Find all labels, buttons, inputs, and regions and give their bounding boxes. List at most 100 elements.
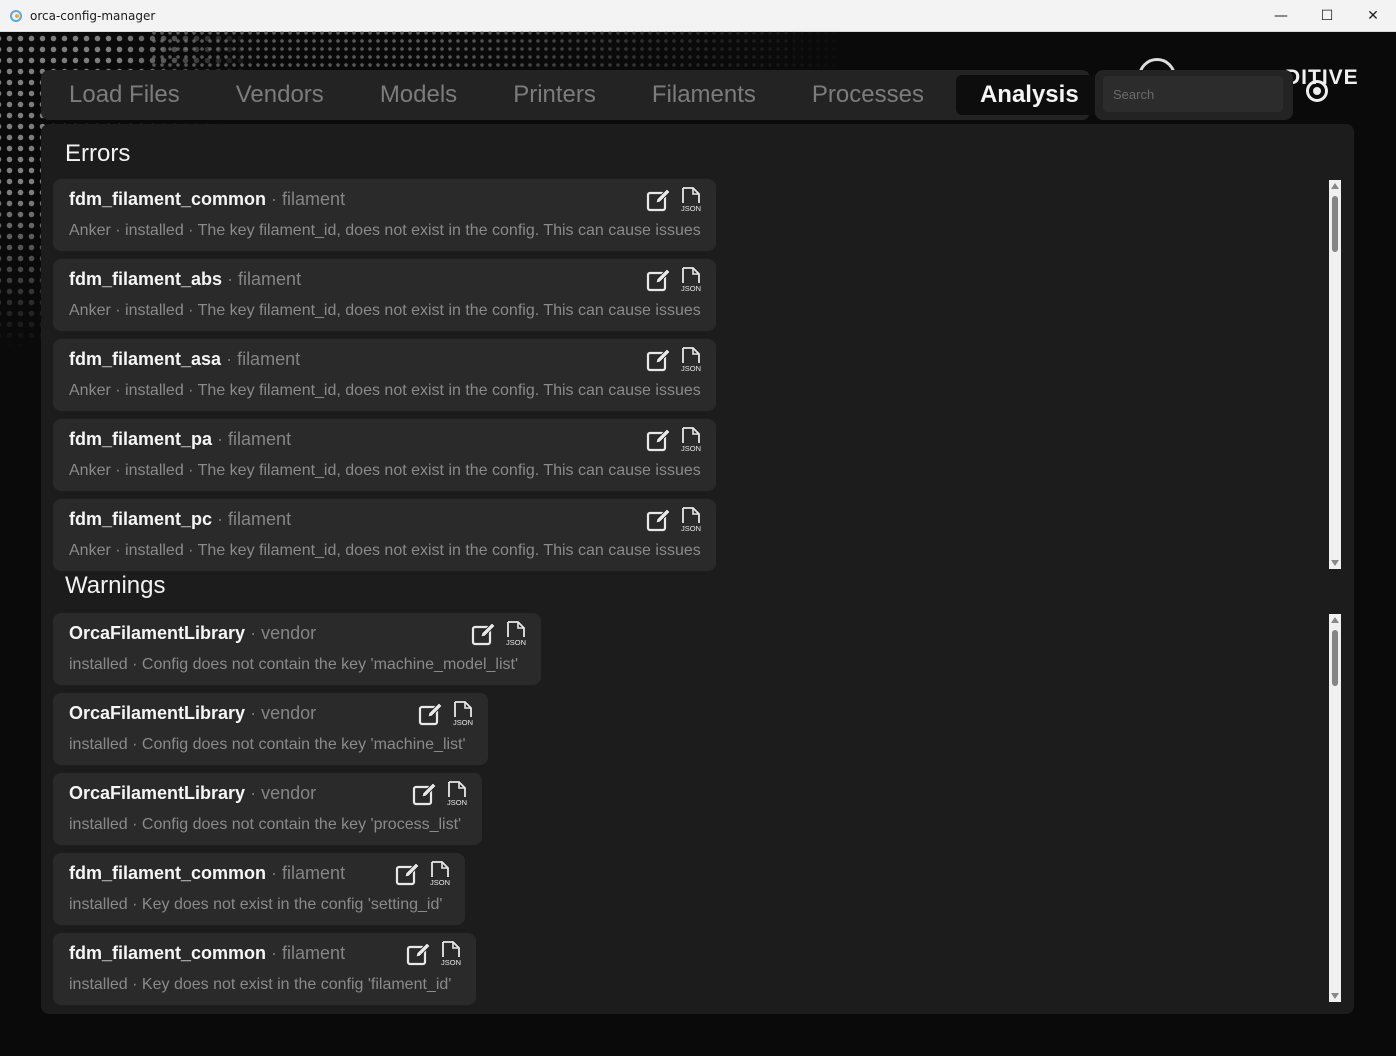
- config-name: fdm_filament_common: [69, 189, 267, 209]
- scroll-thumb[interactable]: [1332, 196, 1338, 252]
- separator: ·: [245, 783, 262, 803]
- separator: ·: [266, 943, 283, 963]
- separator: ·: [212, 429, 229, 449]
- card-actions: JSON: [646, 347, 704, 373]
- card-actions: JSON: [395, 861, 453, 887]
- config-name: fdm_filament_abs: [69, 269, 223, 289]
- analysis-card: fdm_filament_common · filament Anker · in…: [53, 179, 716, 251]
- edit-icon[interactable]: [418, 701, 444, 727]
- issue-detail: Anker · installed · The key filament_id,…: [69, 382, 701, 399]
- edit-icon[interactable]: [646, 187, 672, 213]
- card-title-row: fdm_filament_pa · filament: [69, 429, 291, 450]
- window-titlebar: orca-config-manager — ☐ ✕: [0, 0, 1396, 32]
- tab-models[interactable]: Models: [352, 75, 485, 115]
- json-file-icon[interactable]: JSON: [427, 861, 453, 887]
- edit-icon[interactable]: [395, 861, 421, 887]
- card-title-row: fdm_filament_common · filament: [69, 863, 345, 884]
- tab-processes[interactable]: Processes: [784, 75, 952, 115]
- edit-icon[interactable]: [646, 347, 672, 373]
- maximize-icon[interactable]: ☐: [1304, 0, 1350, 31]
- search-container: [1095, 70, 1293, 120]
- edit-icon[interactable]: [646, 427, 672, 453]
- separator: ·: [245, 623, 262, 643]
- scroll-thumb[interactable]: [1332, 630, 1338, 686]
- config-name: OrcaFilamentLibrary: [69, 783, 246, 803]
- config-type: filament: [282, 943, 346, 963]
- json-file-icon[interactable]: JSON: [678, 187, 704, 213]
- json-file-icon[interactable]: JSON: [438, 941, 464, 967]
- analysis-card: fdm_filament_asa · filament Anker · insta…: [53, 339, 716, 411]
- config-name: fdm_filament_common: [69, 943, 267, 963]
- card-title-row: OrcaFilamentLibrary · vendor: [69, 623, 316, 644]
- edit-icon[interactable]: [646, 267, 672, 293]
- tab-load-files[interactable]: Load Files: [41, 75, 208, 115]
- issue-detail: Anker · installed · The key filament_id,…: [69, 462, 701, 479]
- tab-bar: Load Files Vendors Models Printers Filam…: [41, 70, 1103, 120]
- json-file-icon[interactable]: JSON: [678, 267, 704, 293]
- separator: ·: [266, 189, 283, 209]
- config-type: filament: [238, 269, 302, 289]
- config-type: filament: [282, 863, 346, 883]
- config-type: filament: [228, 509, 292, 529]
- issue-detail: installed · Key does not exist in the co…: [69, 976, 452, 993]
- separator: ·: [221, 349, 238, 369]
- edit-icon[interactable]: [471, 621, 497, 647]
- scroll-down-arrow-icon[interactable]: [1331, 993, 1339, 999]
- svg-text:JSON: JSON: [681, 364, 701, 373]
- search-input[interactable]: [1103, 76, 1283, 112]
- separator: ·: [245, 703, 262, 723]
- config-type: vendor: [261, 703, 317, 723]
- json-file-icon[interactable]: JSON: [444, 781, 470, 807]
- scroll-up-arrow-icon[interactable]: [1331, 617, 1339, 623]
- analysis-panel: Errors fdm_filament_common · filament Ank…: [41, 124, 1354, 1014]
- svg-text:JSON: JSON: [506, 638, 526, 647]
- json-file-icon[interactable]: JSON: [678, 427, 704, 453]
- minimize-icon[interactable]: —: [1258, 0, 1304, 31]
- warnings-heading: Warnings: [65, 572, 166, 599]
- card-title-row: fdm_filament_pc · filament: [69, 509, 291, 530]
- json-file-icon[interactable]: JSON: [678, 507, 704, 533]
- card-actions: JSON: [646, 507, 704, 533]
- card-actions: JSON: [418, 701, 476, 727]
- separator: ·: [222, 269, 239, 289]
- analysis-card: fdm_filament_pc · filament Anker · instal…: [53, 499, 716, 571]
- svg-text:JSON: JSON: [453, 718, 473, 727]
- separator: ·: [266, 863, 283, 883]
- svg-text:JSON: JSON: [681, 444, 701, 453]
- tab-vendors[interactable]: Vendors: [208, 75, 352, 115]
- scroll-down-arrow-icon[interactable]: [1331, 560, 1339, 566]
- issue-detail: installed · Config does not contain the …: [69, 656, 519, 673]
- issue-detail: installed · Key does not exist in the co…: [69, 896, 443, 913]
- warnings-scrollbar[interactable]: [1329, 614, 1341, 1002]
- card-title-row: fdm_filament_common · filament: [69, 189, 345, 210]
- edit-icon[interactable]: [412, 781, 438, 807]
- card-title-row: OrcaFilamentLibrary · vendor: [69, 703, 316, 724]
- json-file-icon[interactable]: JSON: [678, 347, 704, 373]
- card-title-row: OrcaFilamentLibrary · vendor: [69, 783, 316, 804]
- card-actions: JSON: [406, 941, 464, 967]
- config-name: OrcaFilamentLibrary: [69, 623, 246, 643]
- errors-scrollbar[interactable]: [1329, 180, 1341, 569]
- tab-filaments[interactable]: Filaments: [624, 75, 784, 115]
- svg-text:JSON: JSON: [447, 798, 467, 807]
- issue-detail: installed · Config does not contain the …: [69, 816, 462, 833]
- card-title-row: fdm_filament_common · filament: [69, 943, 345, 964]
- tab-printers[interactable]: Printers: [485, 75, 624, 115]
- svg-text:JSON: JSON: [681, 284, 701, 293]
- window-title: orca-config-manager: [30, 8, 156, 23]
- config-name: fdm_filament_pc: [69, 509, 213, 529]
- config-name: fdm_filament_pa: [69, 429, 213, 449]
- json-file-icon[interactable]: JSON: [503, 621, 529, 647]
- json-file-icon[interactable]: JSON: [450, 701, 476, 727]
- svg-text:JSON: JSON: [430, 878, 450, 887]
- analysis-card: fdm_filament_abs · filament Anker · insta…: [53, 259, 716, 331]
- scroll-up-arrow-icon[interactable]: [1331, 183, 1339, 189]
- close-icon[interactable]: ✕: [1350, 0, 1396, 31]
- app-icon: [10, 9, 22, 22]
- analysis-card: fdm_filament_common · filament installed …: [53, 853, 465, 925]
- config-name: fdm_filament_asa: [69, 349, 222, 369]
- tab-analysis[interactable]: Analysis: [955, 75, 1103, 115]
- card-title-row: fdm_filament_asa · filament: [69, 349, 300, 370]
- edit-icon[interactable]: [406, 941, 432, 967]
- edit-icon[interactable]: [646, 507, 672, 533]
